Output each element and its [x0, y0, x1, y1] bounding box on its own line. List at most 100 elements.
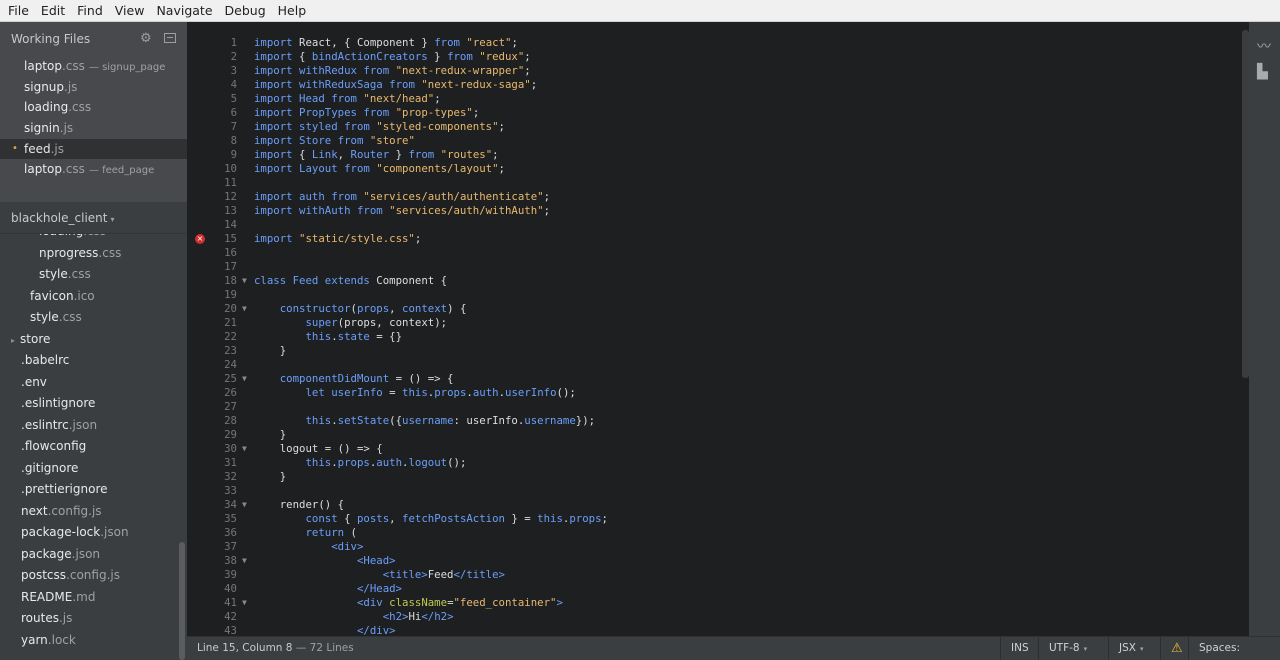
tree-item-name: package-lock	[21, 525, 101, 539]
code-token: ;	[498, 162, 505, 175]
tree-folder-item[interactable]: ▸ store	[11, 329, 50, 349]
code-token: ;	[434, 92, 441, 105]
menu-view[interactable]: View	[109, 0, 151, 22]
tree-file-item[interactable]: .flowconfig	[21, 436, 86, 456]
menu-edit[interactable]: Edit	[35, 0, 71, 22]
working-file-item[interactable]: signin.js	[0, 118, 187, 139]
line-number: 1	[230, 36, 237, 49]
linter-warning-button[interactable]: ⚠	[1160, 637, 1188, 660]
tree-file-item[interactable]: .gitignore	[21, 458, 78, 478]
code-text: import Head from "next/head";	[254, 92, 441, 106]
working-file-item[interactable]: laptop.css — signup_page	[0, 56, 187, 77]
code-line: 30 ▼ logout = () => {	[187, 442, 1249, 456]
sidebar-scrollbar[interactable]	[179, 542, 185, 660]
code-line: 11	[187, 176, 1249, 190]
fold-arrow-icon[interactable]: ▼	[242, 372, 247, 386]
code-token: "store"	[369, 134, 415, 147]
fold-arrow-icon[interactable]: ▼	[242, 596, 247, 610]
tree-file-item[interactable]: .eslintignore	[21, 393, 95, 413]
code-text: import React, { Component } from "react"…	[254, 36, 518, 50]
code-token: <div	[356, 596, 390, 609]
menu-help[interactable]: Help	[272, 0, 313, 22]
fold-arrow-icon[interactable]: ▼	[242, 554, 247, 568]
code-editor[interactable]: 1 import React, { Component } from "react…	[187, 22, 1249, 636]
editor-scrollbar[interactable]	[1242, 30, 1249, 378]
tree-file-item[interactable]: yarn.lock	[21, 630, 76, 650]
warning-icon: ⚠	[1171, 641, 1183, 656]
code-token: from	[344, 162, 377, 175]
fold-arrow-icon[interactable]: ▼	[242, 302, 247, 316]
line-number: 34	[224, 498, 237, 511]
tree-item-name: package	[21, 546, 72, 561]
tree-file-item[interactable]: style.css	[39, 264, 91, 284]
insert-mode-toggle[interactable]: INS	[1000, 637, 1038, 660]
menu-navigate[interactable]: Navigate	[150, 0, 218, 22]
extension-manager-icon[interactable]: ▙	[1257, 64, 1268, 80]
code-token: import	[254, 78, 300, 91]
menu-find[interactable]: Find	[71, 0, 109, 22]
code-token: "prop-types"	[395, 106, 473, 119]
tree-file-item[interactable]: style.css	[30, 307, 82, 327]
code-token: <div>	[331, 540, 364, 553]
code-token: className	[389, 596, 448, 609]
code-text: this.props.auth.logout();	[254, 456, 466, 470]
project-title[interactable]: blackhole_client ▾	[11, 211, 115, 225]
split-view-icon[interactable]	[164, 33, 176, 43]
fold-arrow-icon[interactable]: ▼	[242, 498, 247, 512]
live-preview-icon[interactable]: 〰	[1257, 36, 1271, 56]
working-file-item[interactable]: laptop.css — feed_page	[0, 159, 187, 180]
language-select[interactable]: JSX ▾	[1108, 637, 1160, 660]
encoding-select[interactable]: UTF-8 ▾	[1038, 637, 1108, 660]
fold-arrow-icon[interactable]: ▼	[242, 442, 247, 456]
tree-file-item[interactable]: routes.js	[21, 608, 72, 628]
code-token: ();	[556, 386, 576, 399]
tree-item-name: routes	[21, 611, 59, 625]
code-token: "react"	[466, 36, 512, 49]
tree-file-item[interactable]: package-lock.json	[21, 522, 129, 542]
code-token: >	[556, 596, 563, 609]
code-text: }	[254, 470, 286, 484]
line-number: 22	[224, 330, 237, 343]
tree-file-item[interactable]: postcss.config.js	[21, 565, 120, 585]
code-token: logout	[408, 456, 448, 469]
modified-dot-icon: •	[12, 142, 18, 154]
fold-arrow-icon[interactable]: ▼	[242, 274, 247, 288]
tree-file-item[interactable]: .prettierignore	[21, 479, 108, 499]
code-token: <title>	[382, 568, 428, 581]
code-line: 37 <div>	[187, 540, 1249, 554]
working-files-panel: Working Files ⚙ laptop.css — signup_page s…	[0, 22, 187, 202]
tree-file-item[interactable]: nprogress.css	[39, 243, 121, 263]
code-token: import	[254, 190, 300, 203]
tree-file-item[interactable]: .eslintrc.json	[21, 415, 97, 435]
tree-file-item[interactable]: loading.css	[39, 234, 106, 241]
tree-file-item[interactable]: README.md	[21, 587, 95, 607]
error-marker-icon[interactable]: ×	[195, 234, 205, 244]
line-number: 10	[224, 162, 237, 175]
working-file-item[interactable]: loading.css	[0, 97, 187, 118]
menu-file[interactable]: File	[2, 0, 35, 22]
working-file-item[interactable]: signup.js	[0, 77, 187, 98]
right-toolbar: 〰 ▙	[1249, 22, 1280, 636]
code-token: constructor	[279, 302, 351, 315]
working-file-item[interactable]: • feed.js	[0, 138, 187, 160]
code-token: <h2>	[382, 610, 409, 623]
project-panel: blackhole_client▾ loading.css nprogress.c…	[0, 203, 187, 660]
gear-icon[interactable]: ⚙	[140, 31, 152, 46]
code-token: ) {	[447, 302, 467, 315]
code-token: from	[408, 148, 441, 161]
tree-item-name: .eslintignore	[21, 396, 96, 410]
indent-settings[interactable]: Spaces: 4	[1188, 637, 1243, 660]
code-token: = () => {	[389, 372, 454, 385]
tree-file-item[interactable]: next.config.js	[21, 501, 102, 521]
menu-debug[interactable]: Debug	[219, 0, 272, 22]
code-token: Link	[311, 148, 338, 161]
code-token: username	[524, 414, 576, 427]
tree-item-name: README	[21, 589, 73, 604]
working-files-list: laptop.css — signup_page signup.js loading.…	[0, 56, 187, 180]
tree-item-name: yarn	[21, 632, 48, 647]
code-token: </Head>	[356, 582, 402, 595]
tree-file-item[interactable]: .babelrc	[21, 350, 69, 370]
tree-file-item[interactable]: favicon.ico	[30, 286, 95, 306]
tree-file-item[interactable]: .env	[21, 372, 47, 392]
tree-file-item[interactable]: package.json	[21, 544, 100, 564]
